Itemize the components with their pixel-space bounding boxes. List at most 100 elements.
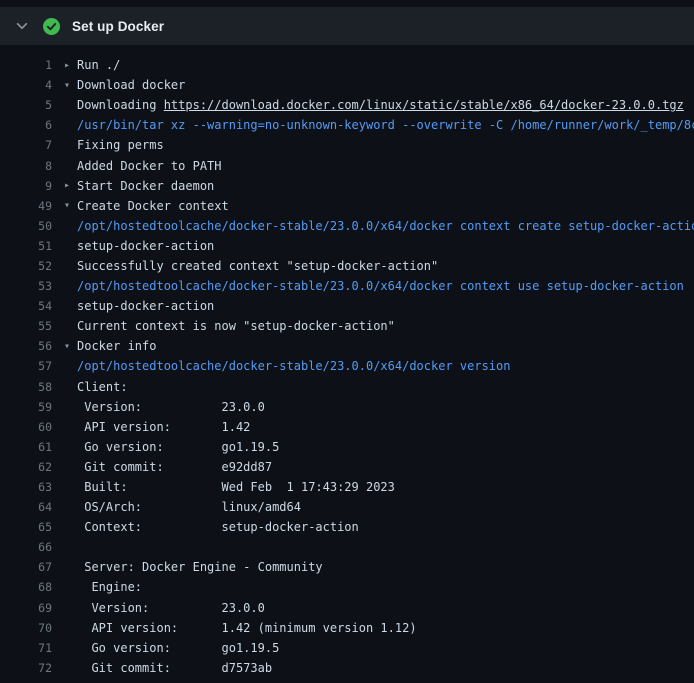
log-text: Go version: go1.19.5 — [77, 440, 279, 454]
step-title: Set up Docker — [72, 19, 164, 34]
log-group-row[interactable]: 9 ▸Start Docker daemon — [0, 176, 694, 196]
line-number[interactable]: 5 — [0, 98, 52, 112]
log-content: Server: Docker Engine - Community — [64, 560, 323, 574]
line-number[interactable]: 63 — [0, 480, 52, 494]
line-number[interactable]: 65 — [0, 520, 52, 534]
log-line: 57/opt/hostedtoolcache/docker-stable/23.… — [0, 356, 694, 376]
command-text: /opt/hostedtoolcache/docker-stable/23.0.… — [77, 219, 694, 233]
log-text: Client: — [77, 380, 128, 394]
log-text: Context: setup-docker-action — [77, 520, 359, 534]
log-line: 61 Go version: go1.19.5 — [0, 437, 694, 457]
log-line: 60 API version: 1.42 — [0, 417, 694, 437]
log-text: Built: Wed Feb 1 17:43:29 2023 — [77, 480, 395, 494]
log-content: OS/Arch: linux/amd64 — [64, 500, 301, 514]
group-header[interactable]: ▾Docker info — [64, 339, 156, 353]
line-number[interactable]: 53 — [0, 279, 52, 293]
log-line: 69 Version: 23.0.0 — [0, 598, 694, 618]
log-group-row[interactable]: 56 ▾Docker info — [0, 336, 694, 356]
line-number[interactable]: 59 — [0, 400, 52, 414]
log-line: 71 Go version: go1.19.5 — [0, 638, 694, 658]
log-text: Successfully created context "setup-dock… — [77, 259, 438, 273]
log-line: 72 Git commit: d7573ab — [0, 658, 694, 678]
log-line: 70 API version: 1.42 (minimum version 1.… — [0, 618, 694, 638]
line-number[interactable]: 67 — [0, 560, 52, 574]
log-line: 67 Server: Docker Engine - Community — [0, 557, 694, 577]
line-number[interactable]: 51 — [0, 239, 52, 253]
line-number[interactable]: 70 — [0, 621, 52, 635]
log-line: 6/usr/bin/tar xz --warning=no-unknown-ke… — [0, 115, 694, 135]
log-content: Added Docker to PATH — [64, 159, 222, 173]
triangle-down-icon[interactable]: ▾ — [64, 80, 77, 91]
line-number[interactable]: 49 — [0, 199, 52, 213]
line-number[interactable]: 72 — [0, 661, 52, 675]
log-text: Version: 23.0.0 — [77, 400, 265, 414]
line-number[interactable]: 66 — [0, 540, 52, 554]
group-title[interactable]: Create Docker context — [77, 199, 229, 213]
log-line: 55Current context is now "setup-docker-a… — [0, 316, 694, 336]
log-text: Git commit: d7573ab — [77, 661, 272, 675]
triangle-down-icon[interactable]: ▾ — [64, 200, 77, 211]
log-text: Server: Docker Engine - Community — [77, 560, 323, 574]
log-content: API version: 1.42 (minimum version 1.12) — [64, 621, 417, 635]
line-number[interactable]: 61 — [0, 440, 52, 454]
log-content: /opt/hostedtoolcache/docker-stable/23.0.… — [64, 219, 694, 233]
log-line: 5Downloading https://download.docker.com… — [0, 95, 694, 115]
triangle-right-icon[interactable]: ▸ — [64, 180, 77, 191]
group-title[interactable]: Start Docker daemon — [77, 179, 214, 193]
log-content: /usr/bin/tar xz --warning=no-unknown-key… — [64, 118, 694, 132]
log-text: Go version: go1.19.5 — [77, 641, 279, 655]
log-group-row[interactable]: 49 ▾Create Docker context — [0, 196, 694, 216]
log-content: Go version: go1.19.5 — [64, 440, 279, 454]
line-number[interactable]: 68 — [0, 580, 52, 594]
group-title[interactable]: Run ./ — [77, 58, 120, 72]
group-header[interactable]: ▾Download docker — [64, 78, 185, 92]
line-number[interactable]: 8 — [0, 159, 52, 173]
group-title[interactable]: Docker info — [77, 339, 156, 353]
log-group-row[interactable]: 1 ▸Run ./ — [0, 55, 694, 75]
line-number[interactable]: 1 — [0, 58, 52, 72]
line-number[interactable]: 71 — [0, 641, 52, 655]
line-number[interactable]: 57 — [0, 359, 52, 373]
log-content: Client: — [64, 380, 128, 394]
log-group-row[interactable]: 4 ▾Download docker — [0, 75, 694, 95]
log-content: Version: 23.0.0 — [64, 601, 265, 615]
log-line: 64 OS/Arch: linux/amd64 — [0, 497, 694, 517]
chevron-down-icon[interactable] — [14, 18, 30, 34]
log-content: Version: 23.0.0 — [64, 400, 265, 414]
log-line: 59 Version: 23.0.0 — [0, 397, 694, 417]
line-number[interactable]: 4 — [0, 78, 52, 92]
log-text: setup-docker-action — [77, 299, 214, 313]
line-number[interactable]: 64 — [0, 500, 52, 514]
line-number[interactable]: 60 — [0, 420, 52, 434]
line-number[interactable]: 58 — [0, 380, 52, 394]
group-header[interactable]: ▸Start Docker daemon — [64, 179, 214, 193]
log-line: 63 Built: Wed Feb 1 17:43:29 2023 — [0, 477, 694, 497]
group-title[interactable]: Download docker — [77, 78, 185, 92]
log-content: API version: 1.42 — [64, 420, 250, 434]
line-number[interactable]: 52 — [0, 259, 52, 273]
line-number[interactable]: 9 — [0, 179, 52, 193]
command-text: /opt/hostedtoolcache/docker-stable/23.0.… — [77, 359, 510, 373]
log-line: 53/opt/hostedtoolcache/docker-stable/23.… — [0, 276, 694, 296]
group-header[interactable]: ▾Create Docker context — [64, 199, 229, 213]
line-number[interactable]: 55 — [0, 319, 52, 333]
line-number[interactable]: 50 — [0, 219, 52, 233]
triangle-right-icon[interactable]: ▸ — [64, 60, 77, 71]
line-number[interactable]: 56 — [0, 339, 52, 353]
log-lines: 1▸Run ./4▾Download docker5Downloading ht… — [0, 45, 694, 678]
log-link[interactable]: https://download.docker.com/linux/static… — [164, 98, 684, 112]
line-number[interactable]: 54 — [0, 299, 52, 313]
line-number[interactable]: 62 — [0, 460, 52, 474]
triangle-down-icon[interactable]: ▾ — [64, 341, 77, 352]
line-number[interactable]: 7 — [0, 138, 52, 152]
log-line: 58 Client: — [0, 377, 694, 397]
line-number[interactable]: 69 — [0, 601, 52, 615]
log-content: Fixing perms — [64, 138, 164, 152]
line-number[interactable]: 6 — [0, 118, 52, 132]
log-content: Context: setup-docker-action — [64, 520, 359, 534]
log-text: Engine: — [77, 580, 142, 594]
log-content: Engine: — [64, 580, 142, 594]
log-line: 54 setup-docker-action — [0, 296, 694, 316]
step-header[interactable]: Set up Docker — [0, 7, 694, 45]
group-header[interactable]: ▸Run ./ — [64, 58, 120, 72]
